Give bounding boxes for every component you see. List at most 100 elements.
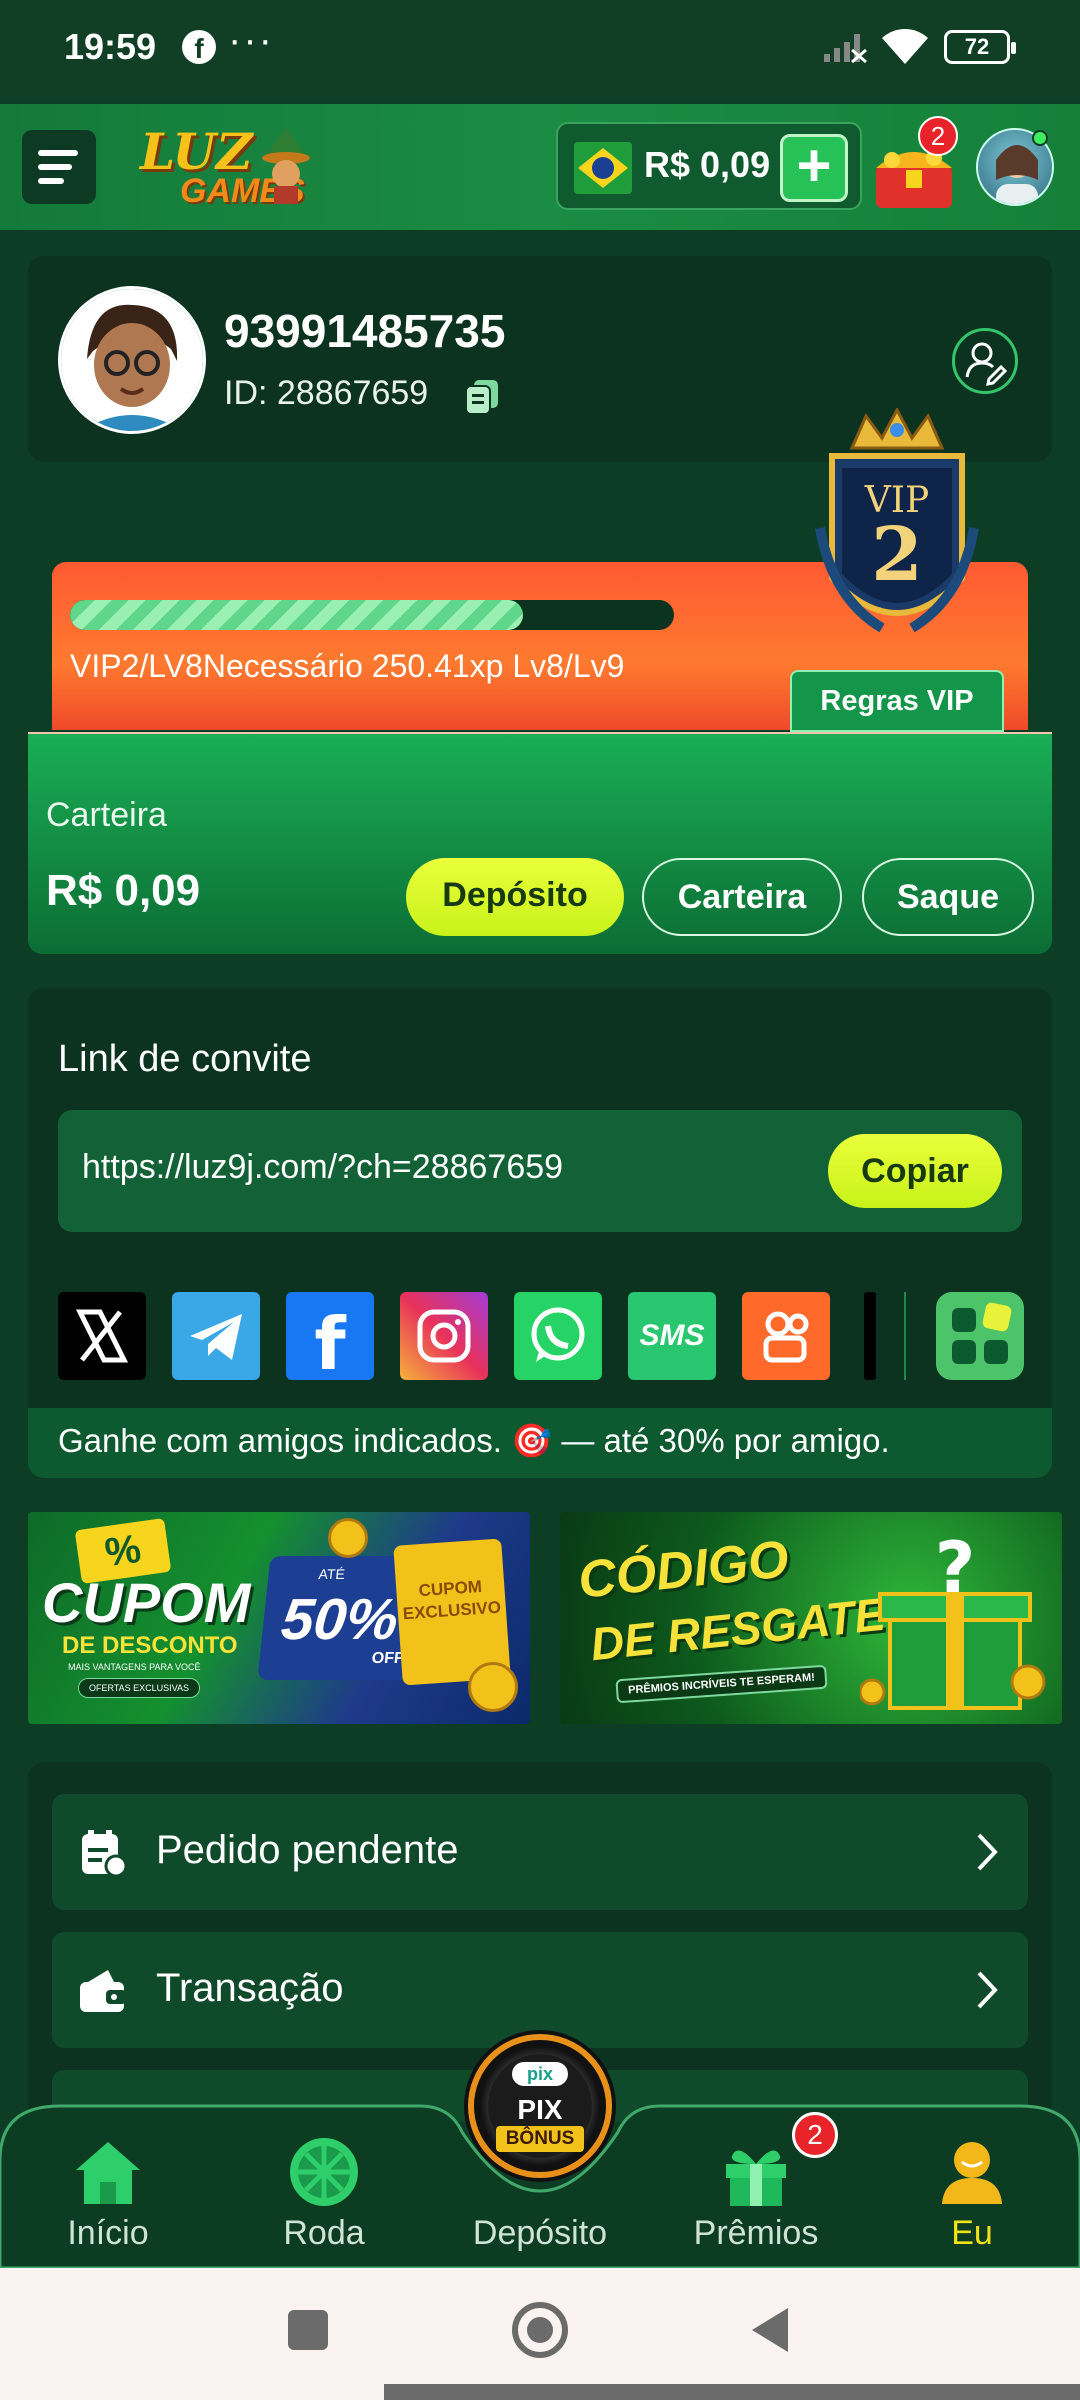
divider xyxy=(904,1292,906,1380)
more-share-apps-icon[interactable] xyxy=(936,1292,1024,1380)
svg-text:?: ? xyxy=(935,1532,976,1609)
cupom-ate: ATÉ xyxy=(317,1566,346,1582)
cupom-subtitle: DE DESCONTO xyxy=(62,1632,238,1659)
system-navigation-bar xyxy=(0,2268,1080,2400)
kwai-logo-icon xyxy=(763,1311,809,1363)
telegram-logo-icon xyxy=(190,1314,242,1360)
cupom-percent: 50% xyxy=(278,1587,402,1652)
back-button[interactable] xyxy=(748,2306,792,2354)
vip-progress-bar xyxy=(70,600,674,630)
gesture-bar xyxy=(384,2384,1080,2400)
nav-label: Roda xyxy=(283,2214,365,2252)
wheel-icon xyxy=(290,2138,358,2206)
copy-icon[interactable] xyxy=(464,378,500,416)
chevron-right-icon xyxy=(977,1971,998,2009)
prizes-count-badge: 2 xyxy=(792,2112,838,2158)
menu-icon xyxy=(38,150,78,156)
gift-chest-button[interactable]: 2 xyxy=(872,116,962,214)
pending-order-icon xyxy=(82,1830,128,1878)
instagram-logo-icon xyxy=(417,1309,471,1363)
menu-icon-line xyxy=(38,178,64,184)
instagram-share-icon[interactable] xyxy=(400,1292,488,1380)
vip-progress-text: VIP2/LV8Necessário 250.41xp Lv8/Lv9 xyxy=(70,648,625,684)
add-funds-button[interactable]: + xyxy=(780,134,848,202)
invite-title: Link de convite xyxy=(58,1038,312,1080)
facebook-notification-icon: f xyxy=(182,30,216,64)
boy-avatar-icon xyxy=(61,289,203,431)
user-profile-icon xyxy=(942,2142,1002,2204)
profile-avatar[interactable] xyxy=(58,286,206,434)
home-icon xyxy=(76,2142,140,2204)
battery-icon: 72 xyxy=(944,30,1016,64)
invite-url: https://luz9j.com/?ch=28867659 xyxy=(82,1148,564,1186)
invite-link-box: https://luz9j.com/?ch=28867659 Copiar xyxy=(58,1110,1022,1232)
balance-pill[interactable]: R$ 0,09 + xyxy=(556,122,862,210)
online-status-dot xyxy=(1032,130,1048,146)
luz-games-logo[interactable]: LUZ GAMES xyxy=(140,120,315,215)
x-logo-icon xyxy=(75,1309,129,1363)
wallet-transaction-icon xyxy=(80,1970,126,2012)
whatsapp-share-icon[interactable] xyxy=(514,1292,602,1380)
profile-id: ID: 28867659 xyxy=(224,374,429,412)
menu-item-transaction[interactable]: Transação xyxy=(52,1932,1028,2048)
whatsapp-logo-icon xyxy=(531,1307,585,1362)
sms-share-icon[interactable]: SMS xyxy=(628,1292,716,1380)
deposit-button[interactable]: Depósito xyxy=(406,858,624,936)
scroll-edge xyxy=(864,1292,876,1380)
clock: 19:59 xyxy=(64,26,157,67)
cupom-offers-pill: OFERTAS EXCLUSIVAS xyxy=(78,1678,201,1698)
gold-coin-icon xyxy=(328,1518,368,1558)
vip-rules-button[interactable]: Regras VIP xyxy=(790,670,1004,732)
cupom-title: CUPOM xyxy=(42,1571,251,1634)
chevron-right-icon xyxy=(977,1833,998,1871)
edit-profile-button[interactable] xyxy=(952,328,1018,394)
menu-item-label: Transação xyxy=(156,1966,344,2010)
logo-mascot-icon xyxy=(262,128,310,204)
invite-footer-text: Ganhe com amigos indicados. 🎯 — até 30% … xyxy=(58,1422,890,1459)
discount-coupon-banner[interactable]: % CUPOM DE DESCONTO MAIS VANTAGENS PARA … xyxy=(28,1512,530,1724)
home-system-button[interactable] xyxy=(512,2302,568,2358)
menu-item-pending-order[interactable]: Pedido pendente xyxy=(52,1794,1028,1910)
kwai-share-icon[interactable] xyxy=(742,1292,830,1380)
vip-badge-level: 2 xyxy=(871,512,923,598)
app-header: LUZ GAMES R$ 0,09 + 2 xyxy=(0,104,1080,230)
withdraw-button[interactable]: Saque xyxy=(862,858,1034,936)
pix-logo-icon: pix xyxy=(512,2062,568,2086)
wifi-icon xyxy=(882,29,928,64)
recent-apps-button[interactable] xyxy=(288,2310,328,2350)
more-notifications-icon: ··· xyxy=(228,18,274,62)
nav-label: Prêmios xyxy=(693,2214,819,2252)
x-share-icon[interactable] xyxy=(58,1292,146,1380)
pix-bonus-button[interactable]: pix PIX BÔNUS xyxy=(468,2034,612,2178)
redeem-code-banner[interactable]: CÓDIGO DE RESGATE PRÊMIOS INCRÍVEIS TE E… xyxy=(560,1512,1062,1724)
wallet-label: Carteira xyxy=(46,796,167,834)
telegram-share-icon[interactable] xyxy=(172,1292,260,1380)
header-balance: R$ 0,09 xyxy=(644,144,771,185)
gift-box-icon: ? xyxy=(860,1532,1046,1710)
gold-coin-icon xyxy=(468,1662,518,1712)
gift-count-badge: 2 xyxy=(918,116,958,156)
facebook-share-icon[interactable]: f xyxy=(286,1292,374,1386)
menu-icon-line xyxy=(38,164,72,170)
codigo-small-text: PRÊMIOS INCRÍVEIS TE ESPERAM! xyxy=(615,1664,828,1704)
signal-icon xyxy=(824,34,867,64)
vip-progress-fill xyxy=(70,600,523,630)
wallet-button[interactable]: Carteira xyxy=(642,858,842,936)
menu-button[interactable] xyxy=(22,130,96,204)
apps-grid-icon xyxy=(952,1302,1012,1364)
profile-name: 93991485735 xyxy=(224,305,506,357)
invite-card: Link de convite https://luz9j.com/?ch=28… xyxy=(28,988,1052,1478)
copy-link-button[interactable]: Copiar xyxy=(828,1134,1002,1208)
wallet-amount: R$ 0,09 xyxy=(46,866,201,915)
user-edit-icon xyxy=(965,342,1008,386)
invite-footer: Ganhe com amigos indicados. 🎯 — até 30% … xyxy=(28,1408,1052,1478)
wallet-card: Carteira R$ 0,09 Depósito Carteira Saque xyxy=(28,732,1052,954)
status-bar: 19:59 f ··· 72 xyxy=(0,0,1080,100)
nav-label: Início xyxy=(67,2214,149,2252)
home-dot xyxy=(527,2317,553,2343)
menu-item-label: Pedido pendente xyxy=(156,1828,459,1872)
nav-label: Eu xyxy=(951,2214,993,2252)
vip-crown-badge-icon: VIP 2 xyxy=(815,408,979,633)
gift-icon xyxy=(726,2150,786,2206)
cupom-off: OFF xyxy=(370,1650,405,1667)
